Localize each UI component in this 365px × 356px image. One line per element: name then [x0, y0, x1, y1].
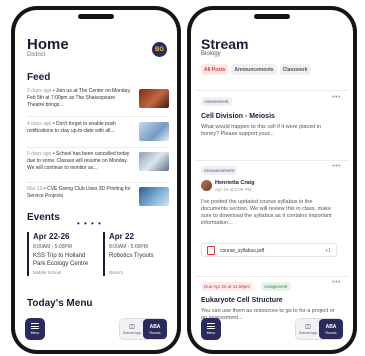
page-title: Home: [27, 36, 69, 53]
pdf-file-icon: [207, 246, 215, 255]
feed-item[interactable]: 4 days ago • Don't forget to enable push…: [27, 121, 169, 147]
hamburger-icon: [207, 323, 215, 329]
bottom-nav: ◫ School App ABA Rooms: [119, 318, 167, 340]
phone-stream: Stream Biology All Posts Announcements C…: [187, 6, 357, 354]
post-type-badge: Announcement: [201, 166, 238, 175]
post-body: I've posted the updated course syllabus …: [201, 199, 332, 226]
tab-all-posts[interactable]: All Posts: [201, 64, 229, 75]
rooms-label: Rooms: [325, 330, 337, 335]
post-body: What would happen to this cell if it wer…: [201, 124, 322, 137]
events-pager-dots[interactable]: • • • •: [77, 219, 102, 228]
divider: [27, 116, 169, 117]
feed-thumbnail: [139, 89, 169, 108]
rooms-label: Rooms: [149, 330, 161, 335]
post-title: Eukaryote Cell Structure: [201, 297, 283, 304]
phone-notch: [254, 14, 290, 19]
feed-item-meta: 5 days ago: [27, 151, 52, 157]
stream-tabs: All Posts Announcements Classwork: [201, 64, 311, 76]
feed-thumbnail: [139, 122, 169, 141]
menu-button[interactable]: Menu: [25, 318, 45, 340]
rooms-button[interactable]: ABA Rooms: [319, 319, 343, 339]
event-card[interactable]: Apr 22-26 8:00AM - 5:00PM KSS Trip to Ho…: [27, 232, 99, 286]
event-date: Apr 22-26: [33, 232, 70, 241]
feed-item-text: 4 days ago • Don't forget to enable push…: [27, 121, 116, 134]
attachment[interactable]: course_syllabus.pdf +1: [201, 243, 337, 257]
avatar[interactable]: BG: [152, 42, 167, 57]
todays-menu-heading: Today's Menu: [27, 298, 93, 309]
school-app-label: School App: [123, 330, 141, 335]
divider: [27, 147, 169, 148]
feed-item-meta: 4 days ago: [27, 121, 52, 127]
event-location: Middle School: [33, 270, 62, 275]
event-date: Apr 22: [109, 232, 134, 241]
feed-item-body: CVE Giving Club Uses 3D Printing for Ser…: [27, 186, 131, 199]
school-app-button[interactable]: ◫ School App: [296, 319, 320, 339]
event-accent-bar: [27, 232, 29, 276]
more-dots-icon[interactable]: •••: [332, 279, 341, 286]
attachment-count: +1: [325, 248, 331, 254]
phone-notch: [78, 14, 114, 19]
author-name: Henrietta Craig: [215, 180, 255, 186]
feed-thumbnail: [139, 152, 169, 171]
feed-item[interactable]: 5 days ago • School has been cancelled t…: [27, 151, 169, 181]
chat-bubble-icon: ◫: [129, 323, 135, 330]
school-app-label: School App: [299, 330, 317, 335]
post-title: Cell Division - Meiosis: [201, 113, 275, 120]
school-app-button[interactable]: ◫ School App: [120, 319, 144, 339]
event-card[interactable]: Apr 22 8:00AM - 5:00PM Robotics Tryouts …: [103, 232, 175, 286]
feed-heading: Feed: [27, 72, 51, 83]
event-time: 8:00AM - 5:00PM: [33, 244, 72, 250]
feed-item-text: 5 days ago • School has been cancelled t…: [27, 151, 130, 171]
post-date: Apr 19 at 2:05 PM: [215, 187, 252, 192]
post-type-badge: Assignment: [261, 282, 291, 291]
rooms-button[interactable]: ABA Rooms: [143, 319, 167, 339]
event-name: Robotics Tryouts: [109, 253, 154, 259]
events-heading: Events: [27, 212, 60, 223]
rooms-icon: ABA: [149, 323, 161, 330]
feed-item-meta: Mar 10: [27, 186, 43, 192]
feed-item-meta: 3 days ago: [27, 88, 52, 94]
post-card[interactable]: Announcement ••• Henrietta Craig Apr 19 …: [195, 160, 349, 272]
feed-thumbnail: [139, 187, 169, 206]
bottom-nav: ◫ School App ABA Rooms: [295, 318, 343, 340]
event-accent-bar: [103, 232, 105, 276]
tab-announcements[interactable]: Announcements: [231, 64, 277, 75]
divider: [27, 182, 169, 183]
more-dots-icon[interactable]: •••: [332, 163, 341, 170]
hamburger-icon: [31, 323, 39, 329]
event-location: District: [109, 270, 123, 275]
chat-bubble-icon: ◫: [305, 323, 311, 330]
feed-item-text: 3 days ago • Join us at The Center on Mo…: [27, 88, 131, 108]
attachment-name: course_syllabus.pdf: [220, 248, 265, 254]
page-title: Stream: [201, 36, 249, 52]
menu-label: Menu: [30, 331, 40, 335]
post-card[interactable]: Assessment ••• Cell Division - Meiosis W…: [195, 90, 349, 156]
rooms-icon: ABA: [325, 323, 337, 330]
author-avatar: [201, 180, 212, 191]
page-subtitle: Biology: [201, 51, 221, 57]
feed-item[interactable]: 3 days ago • Join us at The Center on Mo…: [27, 88, 169, 114]
phone-home: Home District BG Feed 3 days ago • Join …: [11, 6, 181, 354]
feed-item[interactable]: Mar 10 • CVE Giving Club Uses 3D Printin…: [27, 186, 169, 212]
event-name: KSS Trip to Holland Park Ecology Centre: [33, 253, 89, 267]
more-dots-icon[interactable]: •••: [332, 94, 341, 101]
menu-button[interactable]: Menu: [201, 318, 221, 340]
page-subtitle: District: [27, 52, 46, 58]
tab-classwork[interactable]: Classwork: [279, 64, 311, 75]
feed-item-text: Mar 10 • CVE Giving Club Uses 3D Printin…: [27, 186, 131, 199]
home-screen: Home District BG Feed 3 days ago • Join …: [15, 10, 177, 350]
due-date-badge: Due Apr 26 at 11:59pm: [201, 282, 253, 291]
post-type-badge: Assessment: [201, 97, 232, 106]
stream-screen: Stream Biology All Posts Announcements C…: [191, 10, 353, 350]
menu-label: Menu: [206, 331, 216, 335]
event-time: 8:00AM - 5:00PM: [109, 244, 148, 250]
